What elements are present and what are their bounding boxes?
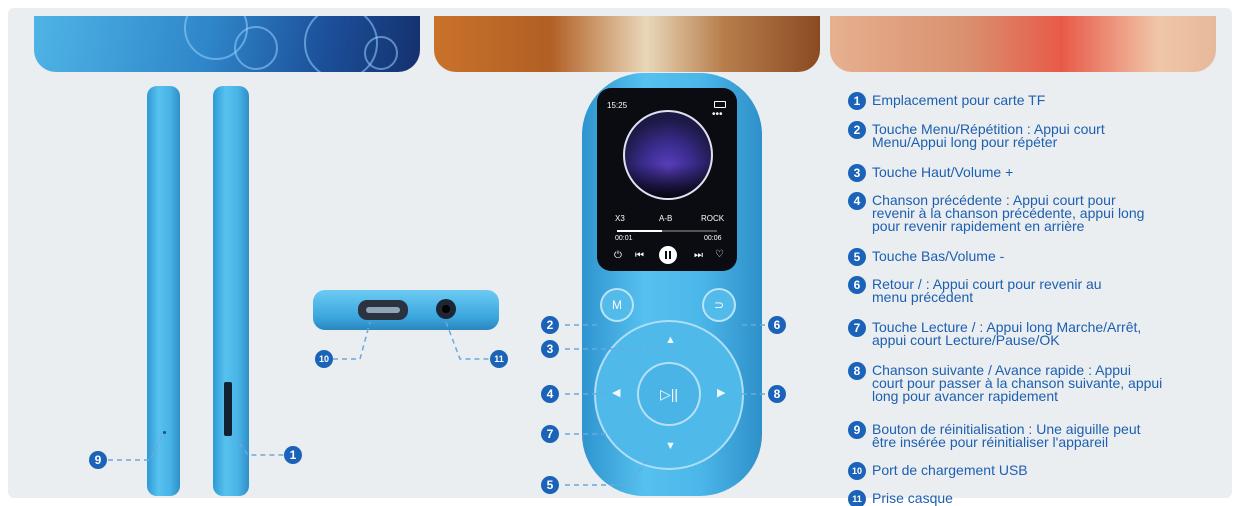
legend-text: Touche Menu/Répétition : Appui court Menu… bbox=[872, 121, 1105, 150]
legend-number-badge: 1 bbox=[848, 92, 866, 110]
legend-number-badge: 11 bbox=[848, 490, 866, 506]
callout-7: 7 bbox=[541, 425, 559, 443]
legend-text: Emplacement pour carte TF bbox=[872, 92, 1046, 108]
legend-text: Touche Haut/Volume + bbox=[872, 164, 1014, 180]
legend-text: Prise casque bbox=[872, 490, 953, 506]
legend-number-badge: 4 bbox=[848, 192, 866, 210]
product-infographic: 15:25 ••• X3 A-B ROCK 00:01 00:06 ⏻ ⏮ ⏭ … bbox=[0, 0, 1239, 506]
callout-8: 8 bbox=[768, 385, 786, 403]
legend-number-badge: 8 bbox=[848, 362, 866, 380]
legend-number-badge: 5 bbox=[848, 248, 866, 266]
legend-number-badge: 10 bbox=[848, 462, 866, 480]
callout-5: 5 bbox=[541, 476, 559, 494]
legend-number-badge: 6 bbox=[848, 276, 866, 294]
legend-text: Bouton de réinitialisation : Une aiguill… bbox=[872, 421, 1141, 450]
legend-text: Touche Bas/Volume - bbox=[872, 248, 1005, 264]
callout-2: 2 bbox=[541, 316, 559, 334]
legend-number-badge: 3 bbox=[848, 164, 866, 182]
legend-text: Port de chargement USB bbox=[872, 462, 1028, 478]
callout-11: 11 bbox=[490, 350, 508, 368]
callout-6: 6 bbox=[768, 316, 786, 334]
callout-9: 9 bbox=[89, 451, 107, 469]
legend-number-badge: 9 bbox=[848, 421, 866, 439]
legend-text: Retour / : Appui court pour revenir au me… bbox=[872, 276, 1102, 305]
callout-3: 3 bbox=[541, 340, 559, 358]
callout-1: 1 bbox=[284, 446, 302, 464]
legend-number-badge: 7 bbox=[848, 319, 866, 337]
legend-text: Touche Lecture / : Appui long Marche/Arr… bbox=[872, 319, 1142, 348]
legend-text: Chanson suivante / Avance rapide : Appui… bbox=[872, 362, 1163, 404]
legend-number-badge: 2 bbox=[848, 121, 866, 139]
legend-text: Chanson précédente : Appui court pour rev… bbox=[872, 192, 1145, 234]
callout-4: 4 bbox=[541, 385, 559, 403]
callout-10: 10 bbox=[315, 350, 333, 368]
